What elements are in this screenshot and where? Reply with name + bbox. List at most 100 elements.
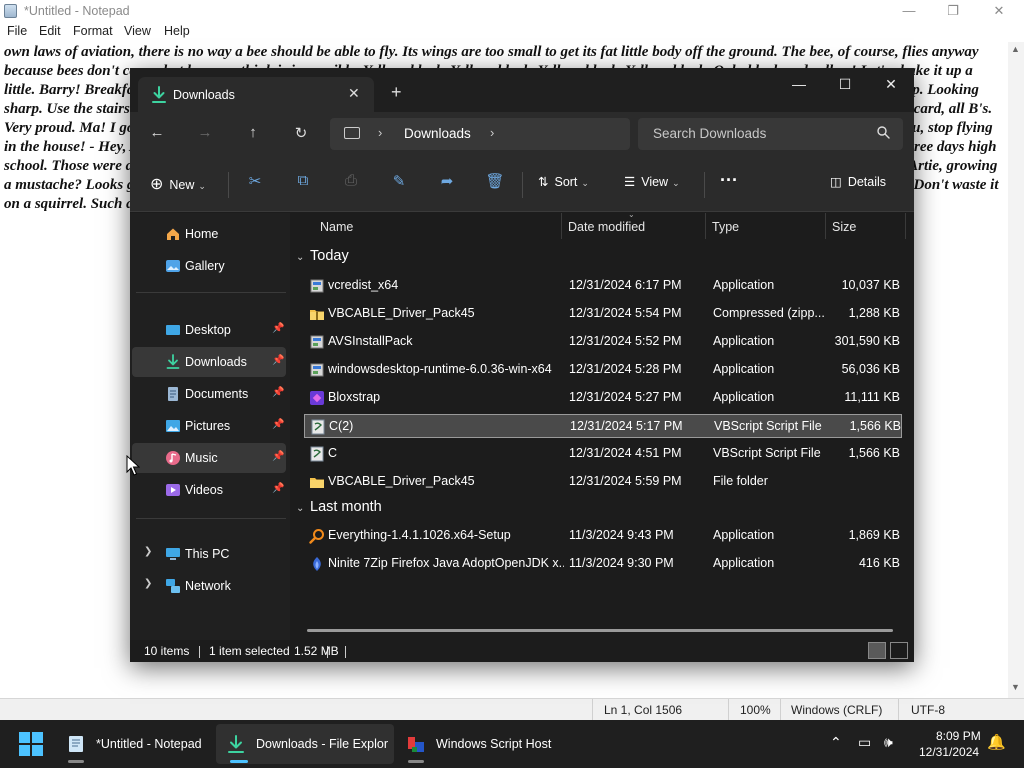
more-options-icon[interactable]: ···	[720, 170, 738, 190]
active-indicator	[230, 760, 248, 763]
chevron-right-icon[interactable]: ❯	[144, 578, 152, 589]
sort-button[interactable]: ⇅ Sort ⌄	[538, 174, 589, 194]
column-type[interactable]: Type	[712, 220, 739, 234]
refresh-icon[interactable]: ↻	[290, 124, 312, 144]
nav-item-network[interactable]: ❯ Network	[132, 571, 286, 601]
file-row[interactable]: Everything-1.4.1.1026.x64-Setup 11/3/2024…	[304, 524, 902, 548]
up-arrow-icon[interactable]: ↑	[242, 124, 264, 144]
nav-item-downloads[interactable]: Downloads 📌	[132, 347, 286, 377]
maximize-button[interactable]: ☐	[822, 76, 868, 93]
close-tab-icon[interactable]: ✕	[348, 85, 360, 102]
pin-icon[interactable]: 📌	[272, 355, 284, 366]
minimize-button[interactable]: —	[776, 76, 822, 92]
column-divider[interactable]	[705, 213, 706, 239]
menu-edit[interactable]: Edit	[39, 24, 61, 38]
explorer-navbar: ← → ↑ ↻ › Downloads › Search Downloads	[130, 112, 914, 156]
address-bar[interactable]: › Downloads ›	[330, 118, 630, 150]
chevron-right-icon[interactable]: ›	[378, 125, 382, 140]
monitor-icon	[344, 127, 360, 139]
group-header-today[interactable]: ⌄ Today	[296, 248, 349, 270]
volume-icon[interactable]: 🕪	[884, 734, 893, 751]
nav-item-music[interactable]: Music 📌	[132, 443, 286, 473]
column-divider[interactable]	[825, 213, 826, 239]
pin-icon[interactable]: 📌	[272, 483, 284, 494]
back-arrow-icon[interactable]: ←	[146, 124, 168, 144]
menu-file[interactable]: File	[7, 24, 27, 38]
share-icon[interactable]: ➦	[436, 172, 458, 194]
forward-arrow-icon[interactable]: →	[194, 124, 216, 144]
close-button[interactable]: ✕	[868, 76, 914, 93]
notification-bell-icon[interactable]: 🔔	[987, 733, 1006, 751]
horizontal-scrollbar[interactable]	[307, 629, 893, 632]
clock-date[interactable]: 12/31/2024	[919, 745, 979, 759]
group-header-last-month[interactable]: ⌄ Last month	[296, 499, 382, 521]
tiles-view-icon[interactable]	[890, 642, 908, 659]
pin-icon[interactable]: 📌	[272, 387, 284, 398]
file-row[interactable]: Bloxstrap 12/31/2024 5:27 PM Application 11…	[304, 386, 902, 410]
view-button[interactable]: ☰ View ⌄	[624, 174, 680, 194]
clock-time[interactable]: 8:09 PM	[936, 729, 981, 743]
notepad-titlebar[interactable]: *Untitled - Notepad — ❐ ✕	[0, 0, 1024, 22]
rename-icon[interactable]: ✎	[388, 172, 410, 194]
taskbar-app-notepad[interactable]: *Untitled - Notepad	[56, 724, 212, 764]
search-input[interactable]: Search Downloads	[638, 118, 903, 150]
menu-help[interactable]: Help	[164, 24, 190, 38]
file-row[interactable]: Ninite 7Zip Firefox Java AdoptOpenJDK x.…	[304, 552, 902, 576]
pin-icon[interactable]: 📌	[272, 451, 284, 462]
nav-item-home[interactable]: Home	[132, 219, 286, 249]
column-name[interactable]: Name	[320, 220, 353, 234]
file-row[interactable]: C 12/31/2024 4:51 PM VBScript Script File 1…	[304, 442, 902, 466]
nav-label: Downloads	[185, 355, 247, 369]
taskbar-app-file-explorer[interactable]: Downloads - File Explor	[216, 724, 394, 764]
file-row[interactable]: VBCABLE_Driver_Pack45 12/31/2024 5:59 PM F…	[304, 470, 902, 494]
new-button[interactable]: ⊕ New ⌄	[150, 174, 206, 194]
copy-icon[interactable]: ⧉	[292, 172, 314, 194]
file-name: VBCABLE_Driver_Pack45	[328, 306, 475, 320]
chevron-up-icon[interactable]: ⌃	[830, 734, 842, 751]
selection-count: 1 item selected	[209, 644, 290, 658]
nav-item-desktop[interactable]: Desktop 📌	[132, 315, 286, 345]
script-host-icon	[408, 737, 424, 752]
menu-format[interactable]: Format	[73, 24, 113, 38]
nav-item-videos[interactable]: Videos 📌	[132, 475, 286, 505]
column-divider[interactable]	[561, 213, 562, 239]
new-tab-icon[interactable]: +	[391, 82, 402, 103]
nav-label: Pictures	[185, 419, 231, 433]
chevron-right-icon[interactable]: ❯	[144, 546, 152, 557]
details-button[interactable]: ◫ Details	[830, 174, 886, 194]
notepad-vertical-scrollbar[interactable]: ▲ ▼	[1008, 42, 1024, 698]
nav-item-documents[interactable]: Documents 📌	[132, 379, 286, 409]
paste-icon[interactable]: ⎙	[340, 172, 362, 194]
column-size[interactable]: Size	[832, 220, 856, 234]
scroll-up-icon[interactable]: ▲	[1011, 44, 1020, 54]
minimize-button[interactable]: —	[886, 0, 932, 22]
taskbar-app-windows-script-host[interactable]: Windows Script Host	[396, 724, 560, 764]
file-name: AVSInstallPack	[328, 334, 413, 348]
display-icon[interactable]: ▭	[858, 734, 871, 751]
file-type: Application	[713, 362, 775, 376]
pin-icon[interactable]: 📌	[272, 323, 284, 334]
column-divider[interactable]	[905, 213, 906, 239]
nav-item-this-pc[interactable]: ❯ This PC	[132, 539, 286, 569]
file-row[interactable]: vcredist_x64 12/31/2024 6:17 PM Applicatio…	[304, 274, 902, 298]
menu-view[interactable]: View	[124, 24, 151, 38]
file-row[interactable]: windowsdesktop-runtime-6.0.36-win-x64 12/…	[304, 358, 902, 382]
file-row[interactable]: C(2) 12/31/2024 5:17 PM VBScript Script Fi…	[304, 414, 902, 438]
details-view-icon[interactable]	[868, 642, 886, 659]
file-row[interactable]: AVSInstallPack 12/31/2024 5:52 PM Applicat…	[304, 330, 902, 354]
file-row[interactable]: VBCABLE_Driver_Pack45 12/31/2024 5:54 PM C…	[304, 302, 902, 326]
pin-icon[interactable]: 📌	[272, 419, 284, 430]
file-type: File folder	[713, 474, 768, 488]
nav-item-pictures[interactable]: Pictures 📌	[132, 411, 286, 441]
scroll-down-icon[interactable]: ▼	[1011, 682, 1020, 692]
tab-downloads[interactable]: Downloads ✕	[138, 77, 374, 113]
restore-button[interactable]: ❐	[930, 0, 976, 22]
windows-start-icon[interactable]	[18, 731, 44, 757]
cut-icon[interactable]: ✂	[244, 172, 266, 194]
delete-icon[interactable]: 🗑	[484, 172, 506, 194]
chevron-right-icon[interactable]: ›	[490, 125, 494, 140]
close-button[interactable]: ✕	[976, 0, 1022, 22]
nav-item-gallery[interactable]: Gallery	[132, 251, 286, 281]
breadcrumb-downloads[interactable]: Downloads	[404, 126, 471, 141]
column-date-modified[interactable]: Date modified	[568, 220, 645, 234]
